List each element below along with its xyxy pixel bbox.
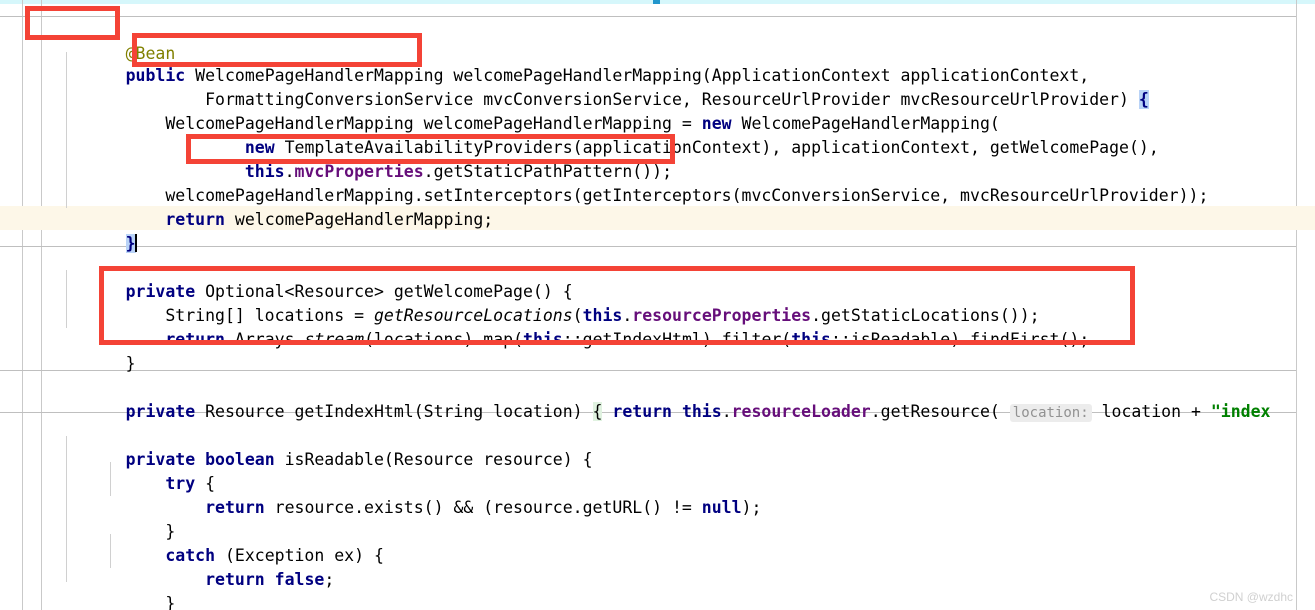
- code-line-15[interactable]: private boolean isReadable(Resource reso…: [66, 424, 593, 469]
- token-keyword-null: null: [701, 498, 742, 517]
- code-line-18[interactable]: }: [66, 496, 175, 541]
- token-brace-open-green: {: [592, 402, 603, 421]
- token-keyword-false: false: [274, 570, 325, 589]
- code-line-13[interactable]: }: [66, 328, 136, 373]
- token-keyword-return: return: [205, 498, 265, 517]
- token-keyword-private: private: [125, 402, 196, 421]
- code-text-layer[interactable]: @Bean public WelcomePageHandlerMapping w…: [0, 0, 1315, 610]
- token-keyword-return: return: [205, 570, 265, 589]
- token-keyword-return: return: [165, 330, 225, 349]
- code-line-22[interactable]: }: [66, 592, 136, 610]
- token-method-stream: stream: [304, 330, 365, 349]
- code-line-20[interactable]: return false;: [66, 544, 334, 589]
- code-line-9[interactable]: }: [66, 208, 137, 253]
- code-line-19[interactable]: catch (Exception ex) {: [66, 520, 384, 565]
- code-line-6[interactable]: this.mvcProperties.getStaticPathPattern(…: [66, 136, 672, 181]
- text-caret: [134, 234, 137, 252]
- code-editor[interactable]: @Bean public WelcomePageHandlerMapping w…: [0, 0, 1315, 610]
- code-line-1[interactable]: @Bean: [66, 18, 176, 63]
- code-line-10[interactable]: private Optional<Resource> getWelcomePag…: [66, 256, 573, 301]
- token-keyword-return: return: [612, 402, 672, 421]
- code-line-8[interactable]: return welcomePageHandlerMapping;: [66, 184, 493, 229]
- token-brace-open-highlighted: {: [1138, 90, 1149, 109]
- code-line-21[interactable]: }: [66, 568, 175, 610]
- token-field-resourceLoader: resourceLoader: [731, 402, 871, 421]
- token-string-index: "index: [1210, 402, 1271, 421]
- parameter-name-hint: location:: [1009, 404, 1092, 422]
- code-line-14[interactable]: private Resource getIndexHtml(String loc…: [66, 376, 1270, 422]
- code-line-7[interactable]: welcomePageHandlerMapping.setInterceptor…: [66, 160, 1208, 205]
- code-line-17[interactable]: return resource.exists() && (resource.ge…: [66, 472, 761, 517]
- code-line-4[interactable]: WelcomePageHandlerMapping welcomePageHan…: [66, 88, 999, 133]
- code-line-5[interactable]: new TemplateAvailabilityProviders(applic…: [66, 112, 1159, 157]
- token-keyword-return: return: [165, 210, 225, 229]
- watermark: CSDN @wzdhc: [1209, 590, 1293, 604]
- token-keyword-this: this: [681, 402, 722, 421]
- code-line-12[interactable]: return Arrays.stream(locations).map(this…: [66, 304, 1089, 349]
- code-line-2[interactable]: public WelcomePageHandlerMapping welcome…: [66, 40, 1090, 85]
- token-keyword-boolean: boolean: [205, 450, 275, 469]
- code-line-11[interactable]: String[] locations = getResourceLocation…: [66, 280, 1039, 325]
- code-line-3[interactable]: FormattingConversionService mvcConversio…: [66, 64, 1149, 109]
- code-line-16[interactable]: try {: [66, 448, 215, 493]
- token-keyword-this: this: [523, 330, 563, 349]
- token-keyword-this: this: [791, 330, 831, 349]
